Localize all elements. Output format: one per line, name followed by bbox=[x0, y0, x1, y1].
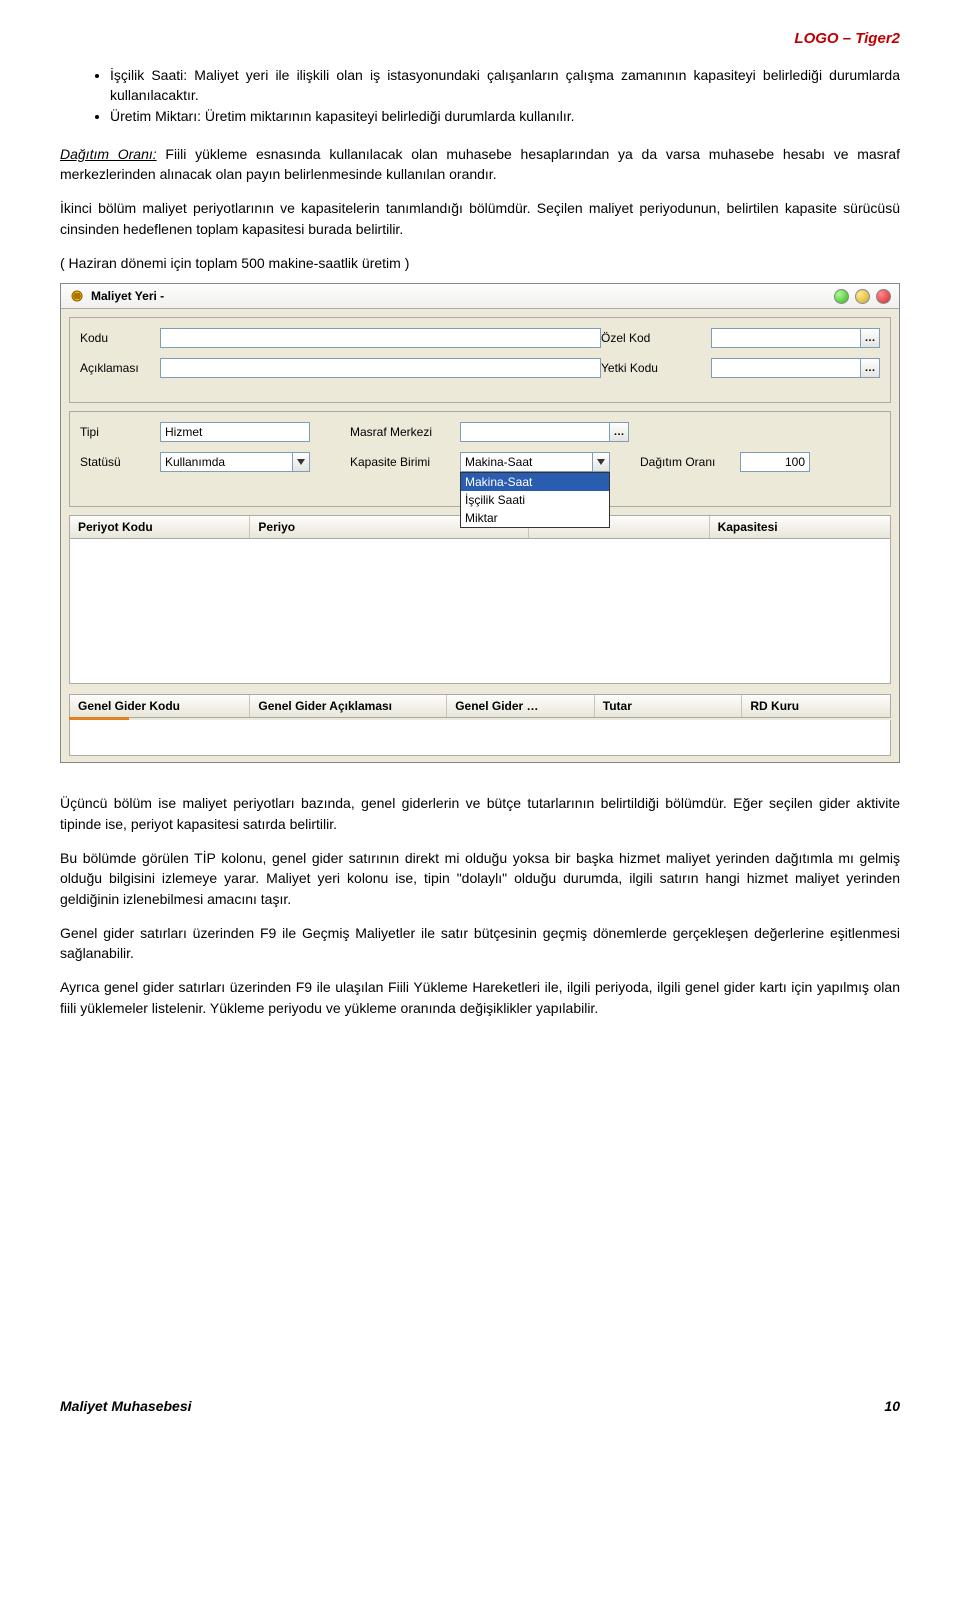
aciklamasi-input[interactable] bbox=[160, 358, 601, 378]
tipi-value: Hizmet bbox=[160, 422, 310, 442]
gider-grid-body[interactable] bbox=[69, 720, 891, 756]
paragraph-7: Ayrıca genel gider satırları üzerinden F… bbox=[60, 977, 900, 1018]
paragraph-6: Genel gider satırları üzerinden F9 ile G… bbox=[60, 923, 900, 964]
tipi-combo[interactable]: Hizmet bbox=[160, 422, 310, 442]
masraf-merkezi-label: Masraf Merkezi bbox=[350, 425, 460, 439]
kapasite-birimi-dropdown: Makina-Saat İşçilik Saati Miktar bbox=[460, 472, 610, 528]
header-pane: Kodu Özel Kod … Açıklaması Yetki Kodu … bbox=[69, 317, 891, 403]
masraf-merkezi-lookup-button[interactable]: … bbox=[609, 422, 629, 442]
col-rd-kuru[interactable]: RD Kuru bbox=[742, 695, 890, 717]
paragraph-4: Üçüncü bölüm ise maliyet periyotları baz… bbox=[60, 793, 900, 834]
dagitim-orani-label: Dağıtım Oranı bbox=[640, 455, 740, 469]
dropdown-option[interactable]: Makina-Saat bbox=[461, 473, 609, 491]
statusu-label: Statüsü bbox=[80, 455, 160, 469]
bullet-list: İşçilik Saati: Maliyet yeri ile ilişkili… bbox=[110, 65, 900, 126]
col-genel-gider-aciklamasi[interactable]: Genel Gider Açıklaması bbox=[250, 695, 447, 717]
statusu-combo[interactable]: Kullanımda bbox=[160, 452, 310, 472]
dropdown-option[interactable]: İşçilik Saati bbox=[461, 491, 609, 509]
bullet-item: Üretim Miktarı: Üretim miktarının kapasi… bbox=[110, 106, 900, 126]
ozel-kod-label: Özel Kod bbox=[601, 331, 711, 345]
paragraph-3: ( Haziran dönemi için toplam 500 makine-… bbox=[60, 253, 900, 273]
dagitim-orani-input[interactable]: 100 bbox=[740, 452, 810, 472]
paragraph-2: İkinci bölüm maliyet periyotlarının ve k… bbox=[60, 198, 900, 239]
yetki-kodu-label: Yetki Kodu bbox=[601, 361, 711, 375]
yetki-kodu-input[interactable] bbox=[711, 358, 861, 378]
paragraph-dagitim: Dağıtım Oranı: Fiili yükleme esnasında k… bbox=[60, 144, 900, 185]
paragraph-text: Fiili yükleme esnasında kullanılacak ola… bbox=[60, 146, 900, 182]
close-button[interactable] bbox=[876, 289, 891, 304]
kodu-input[interactable] bbox=[160, 328, 601, 348]
gider-grid-header: Genel Gider Kodu Genel Gider Açıklaması … bbox=[69, 694, 891, 718]
minimize-button[interactable] bbox=[855, 289, 870, 304]
statusu-value: Kullanımda bbox=[160, 452, 293, 472]
col-genel-gider[interactable]: Genel Gider … bbox=[447, 695, 595, 717]
maximize-button[interactable] bbox=[834, 289, 849, 304]
kapasite-birimi-value: Makina-Saat bbox=[460, 452, 593, 472]
periyot-grid-body[interactable] bbox=[69, 539, 891, 684]
page-footer: Maliyet Muhasebesi 10 bbox=[60, 1398, 900, 1414]
tipi-label: Tipi bbox=[80, 425, 160, 439]
col-tutar[interactable]: Tutar bbox=[595, 695, 743, 717]
detail-pane: Tipi Hizmet Masraf Merkezi … Statüsü Kul… bbox=[69, 411, 891, 507]
col-kapasitesi[interactable]: Kapasitesi bbox=[710, 516, 890, 538]
lead-term: Dağıtım Oranı: bbox=[60, 146, 157, 162]
ozel-kod-lookup-button[interactable]: … bbox=[860, 328, 880, 348]
maliyet-yeri-window: Maliyet Yeri - Kodu Özel Kod … Açıklamas… bbox=[60, 283, 900, 763]
kodu-label: Kodu bbox=[80, 331, 160, 345]
ozel-kod-input[interactable] bbox=[711, 328, 861, 348]
footer-page-number: 10 bbox=[884, 1398, 900, 1414]
col-periyot-kodu[interactable]: Periyot Kodu bbox=[70, 516, 250, 538]
bullet-item: İşçilik Saati: Maliyet yeri ile ilişkili… bbox=[110, 65, 900, 106]
paragraph-5: Bu bölümde görülen TİP kolonu, genel gid… bbox=[60, 848, 900, 909]
footer-title: Maliyet Muhasebesi bbox=[60, 1398, 192, 1414]
title-bar: Maliyet Yeri - bbox=[61, 284, 899, 309]
chevron-down-icon[interactable] bbox=[592, 452, 610, 472]
kapasite-birimi-combo[interactable]: Makina-Saat Makina-Saat İşçilik Saati Mi… bbox=[460, 452, 610, 472]
yetki-kodu-lookup-button[interactable]: … bbox=[860, 358, 880, 378]
col-genel-gider-kodu[interactable]: Genel Gider Kodu bbox=[70, 695, 250, 717]
window-title: Maliyet Yeri - bbox=[91, 289, 828, 303]
masraf-merkezi-input[interactable] bbox=[460, 422, 610, 442]
kapasite-birimi-label: Kapasite Birimi bbox=[350, 455, 460, 469]
aciklamasi-label: Açıklaması bbox=[80, 361, 160, 375]
bee-icon bbox=[69, 288, 85, 304]
dropdown-option[interactable]: Miktar bbox=[461, 509, 609, 527]
header-logo: LOGO – Tiger2 bbox=[60, 30, 900, 47]
chevron-down-icon[interactable] bbox=[292, 452, 310, 472]
